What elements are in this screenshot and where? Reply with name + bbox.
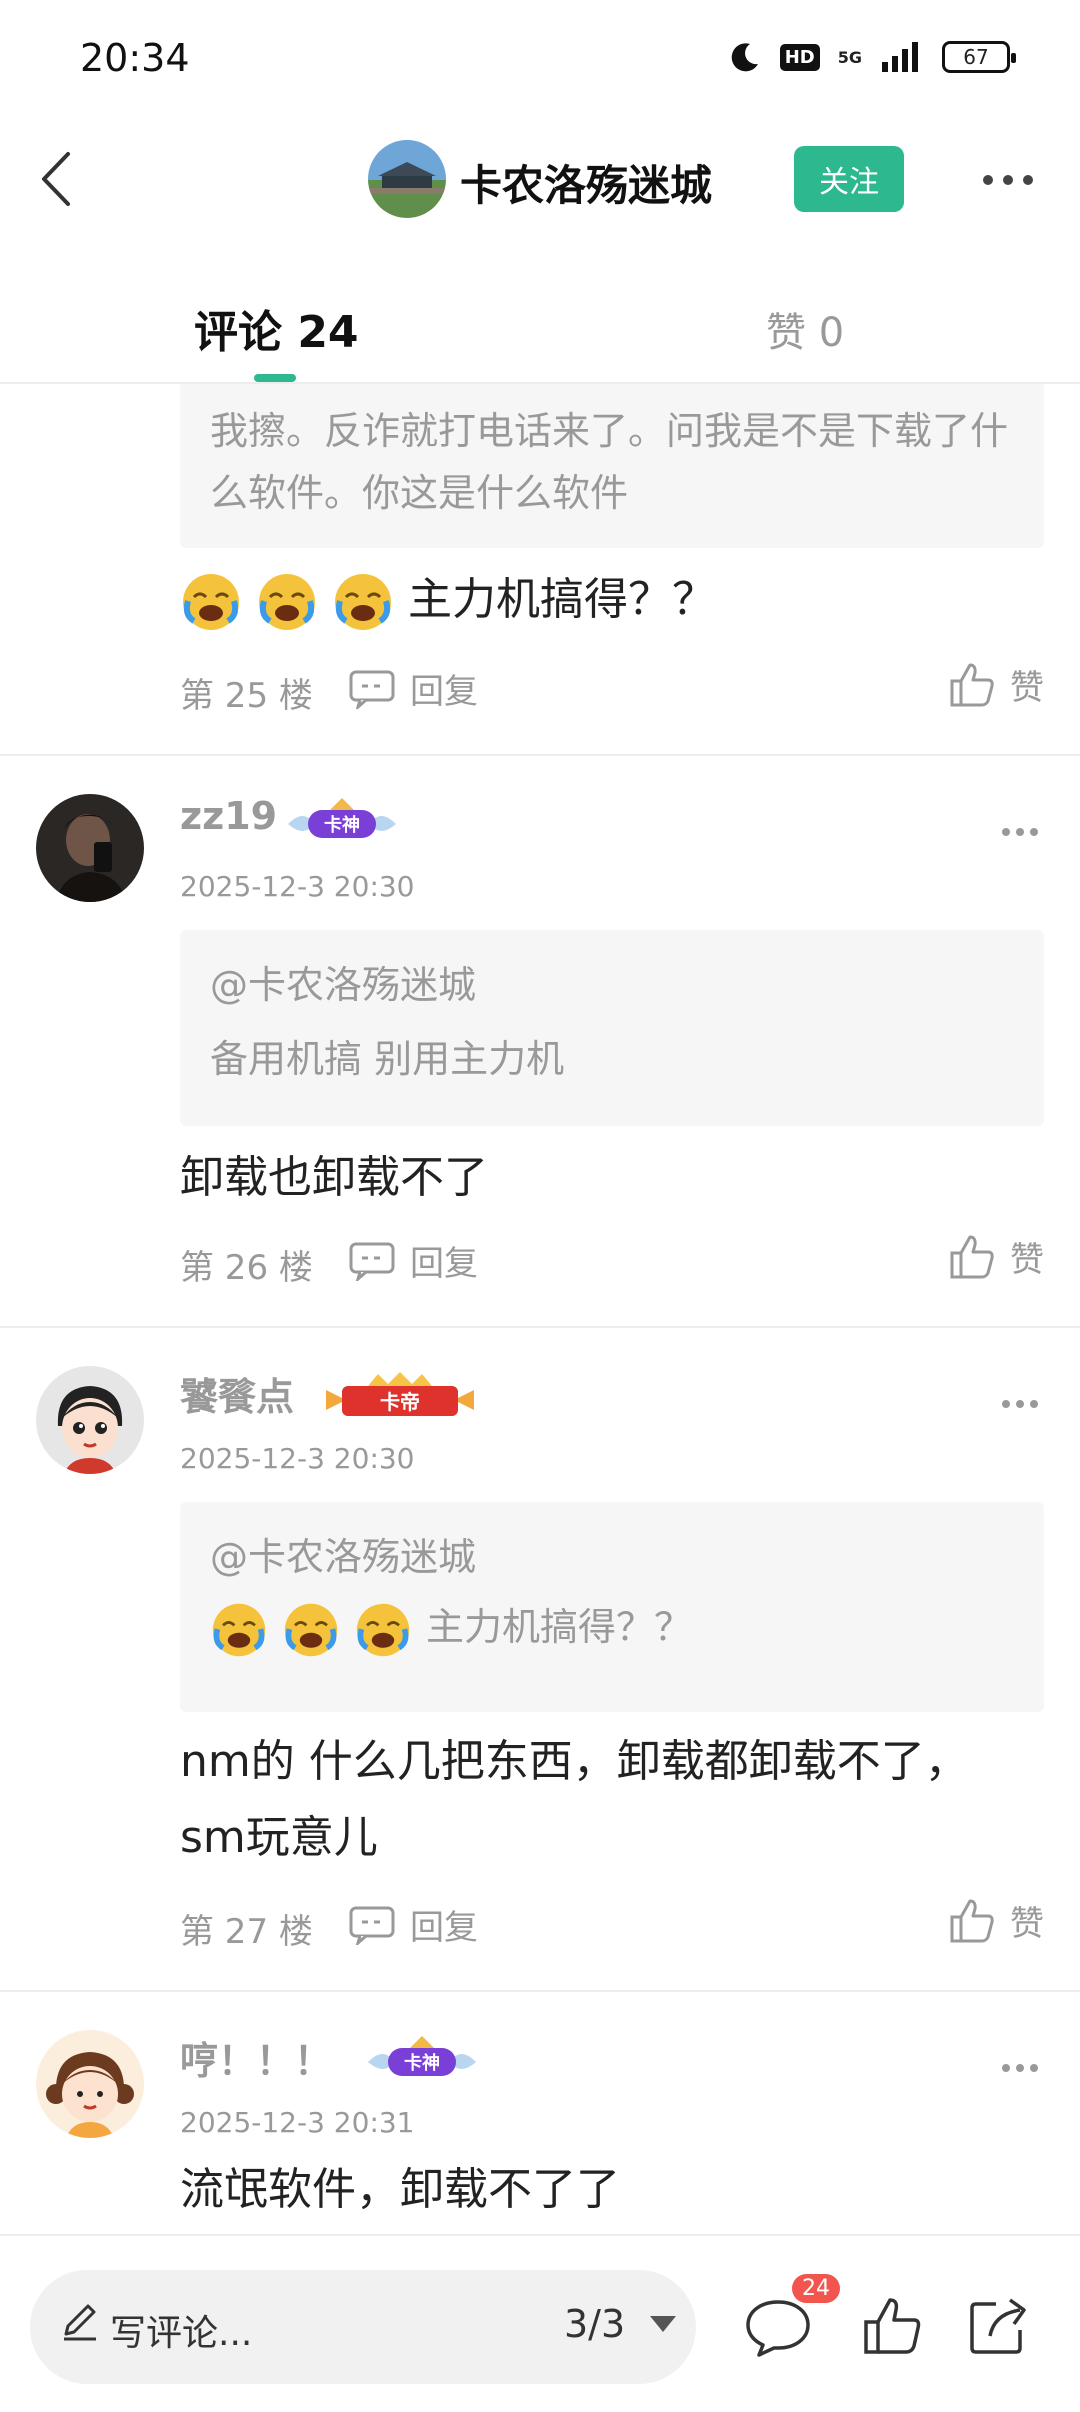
- reply-icon: [349, 1906, 395, 1945]
- comment-meta: 第 26 楼 回复 赞: [180, 1235, 1044, 1290]
- crying-laughing-emoji-icon: [212, 1603, 266, 1656]
- reply-button[interactable]: 回复: [348, 1900, 478, 1949]
- user-avatar[interactable]: [36, 794, 144, 902]
- crying-laughing-emoji-icon: [284, 1603, 338, 1656]
- comment-list[interactable]: 我擦。反诈就打电话来了。问我是不是下载了什么软件。你这是什么软件 主力机搞得？？…: [0, 384, 1080, 2234]
- badge-kadi-icon: 卡帝: [326, 1372, 474, 1416]
- comment-text-line: nm的 什么几把东西，卸载都卸载不了，: [180, 1736, 969, 1787]
- more-icon[interactable]: [1000, 2058, 1040, 2078]
- quoted-comment: 我擦。反诈就打电话来了。问我是不是下载了什么软件。你这是什么软件: [180, 384, 1044, 548]
- more-icon[interactable]: [1000, 822, 1040, 842]
- top-header: 卡农洛殇迷城 关注: [0, 120, 1080, 240]
- share-icon[interactable]: [966, 2292, 1032, 2358]
- comment-icon[interactable]: [744, 2298, 812, 2358]
- author-avatar[interactable]: [368, 140, 446, 218]
- comment-text-content: 主力机搞得？？: [408, 574, 716, 625]
- badge-text: 卡神: [324, 814, 360, 836]
- like-icon: [950, 1899, 994, 1942]
- more-icon[interactable]: [1000, 1394, 1040, 1414]
- author-name[interactable]: 卡农洛殇迷城: [460, 152, 712, 213]
- like-button[interactable]: 赞: [948, 1896, 1044, 1945]
- tab-indicator: [254, 374, 296, 382]
- badge-text: 卡神: [404, 2052, 440, 2074]
- badge-text: 卡帝: [380, 1390, 420, 1414]
- reply-label: 回复: [410, 672, 478, 712]
- hd-badge: HD: [779, 43, 820, 71]
- crying-laughing-emoji-icon: [183, 574, 239, 630]
- reply-icon: [349, 1242, 395, 1281]
- floor-label: 第 27 楼: [180, 1912, 313, 1952]
- comment-text: 卸载也卸载不了: [180, 1152, 488, 1203]
- status-time: 20:34: [80, 36, 190, 80]
- status-bar: 20:34 HD 5G 67: [0, 0, 1080, 120]
- timestamp: 2025-12-3 20:30: [180, 1442, 415, 1475]
- comment-text-line: sm玩意儿: [180, 1812, 378, 1863]
- reply-button[interactable]: 回复: [348, 1236, 478, 1285]
- reply-button[interactable]: 回复: [348, 664, 478, 713]
- pencil-icon: [64, 2304, 96, 2341]
- timestamp: 2025-12-3 20:31: [180, 2106, 415, 2139]
- comment-text: 主力机搞得？？: [180, 562, 716, 638]
- like-icon: [950, 1235, 994, 1278]
- quoted-text-row: 主力机搞得？？: [210, 1596, 1014, 1659]
- quoted-comment: @卡农洛殇迷城 备用机搞 别用主力机: [180, 930, 1044, 1126]
- reply-icon: [349, 670, 395, 709]
- divider: [0, 754, 1080, 756]
- username[interactable]: 哼！！！: [180, 2030, 332, 2085]
- comment-meta: 第 27 楼 回复 赞: [180, 1899, 1044, 1954]
- badge-kashen-icon: 卡神: [368, 2036, 476, 2076]
- tab-comments[interactable]: 评论 24: [194, 296, 359, 360]
- more-icon[interactable]: [978, 160, 1038, 200]
- moon-icon: [731, 43, 758, 72]
- like-button[interactable]: 赞: [948, 1232, 1044, 1281]
- user-avatar[interactable]: [36, 1366, 144, 1474]
- like-label: 赞: [1010, 668, 1044, 708]
- battery-icon: 67: [942, 41, 1016, 73]
- caret-down-icon[interactable]: [648, 2314, 678, 2334]
- follow-button[interactable]: 关注: [794, 146, 904, 212]
- tab-bar: 评论 24 赞 0: [0, 270, 1080, 384]
- user-avatar[interactable]: [36, 2030, 144, 2138]
- floor-label: 第 26 楼: [180, 1248, 313, 1288]
- timestamp: 2025-12-3 20:30: [180, 870, 415, 903]
- like-icon: [950, 663, 994, 706]
- page-indicator[interactable]: 3/3: [564, 2302, 625, 2346]
- thumb-up-icon[interactable]: [860, 2294, 924, 2358]
- comment-count-badge: 24: [792, 2274, 840, 2303]
- floor-label: 第 25 楼: [180, 676, 313, 716]
- network-label: 5G: [837, 47, 862, 67]
- comment-text: 流氓软件，卸载不了了: [180, 2164, 620, 2215]
- status-icons: HD 5G 67: [728, 40, 1016, 74]
- like-label: 赞: [1010, 1240, 1044, 1280]
- write-comment-placeholder: 写评论...: [110, 2313, 253, 2354]
- quoted-text: 备用机搞 别用主力机: [210, 1037, 565, 1081]
- signal-icon: [882, 42, 918, 72]
- reply-label: 回复: [410, 1908, 478, 1948]
- comment-text: nm的 什么几把东西，卸载都卸载不了， sm玩意儿: [180, 1724, 969, 1876]
- crying-laughing-emoji-icon: [259, 574, 315, 630]
- quoted-mention[interactable]: @卡农洛殇迷城: [210, 1526, 1014, 1588]
- like-button[interactable]: 赞: [948, 660, 1044, 709]
- write-comment-input[interactable]: 写评论... 3/3: [30, 2270, 696, 2384]
- quoted-mention[interactable]: @卡农洛殇迷城: [210, 954, 1014, 1016]
- tab-likes[interactable]: 赞 0: [766, 300, 844, 358]
- divider: [0, 1326, 1080, 1328]
- quoted-comment: @卡农洛殇迷城 主力机搞得？？: [180, 1502, 1044, 1712]
- comment-meta: 第 25 楼 回复 赞: [180, 663, 1044, 718]
- divider: [0, 1990, 1080, 1992]
- crying-laughing-emoji-icon: [356, 1603, 410, 1656]
- reply-label: 回复: [410, 1244, 478, 1284]
- bottom-bar: 写评论... 3/3 24: [0, 2234, 1080, 2412]
- quoted-text: 我擦。反诈就打电话来了。问我是不是下载了什么软件。你这是什么软件: [210, 409, 1009, 515]
- back-icon[interactable]: [24, 144, 94, 214]
- crying-laughing-emoji-icon: [335, 574, 391, 630]
- like-label: 赞: [1010, 1904, 1044, 1944]
- username[interactable]: 饕餮点: [180, 1366, 294, 1421]
- badge-kashen-icon: 卡神: [288, 798, 396, 838]
- username[interactable]: zz19: [180, 794, 277, 838]
- quoted-text: 主力机搞得？？: [426, 1605, 693, 1649]
